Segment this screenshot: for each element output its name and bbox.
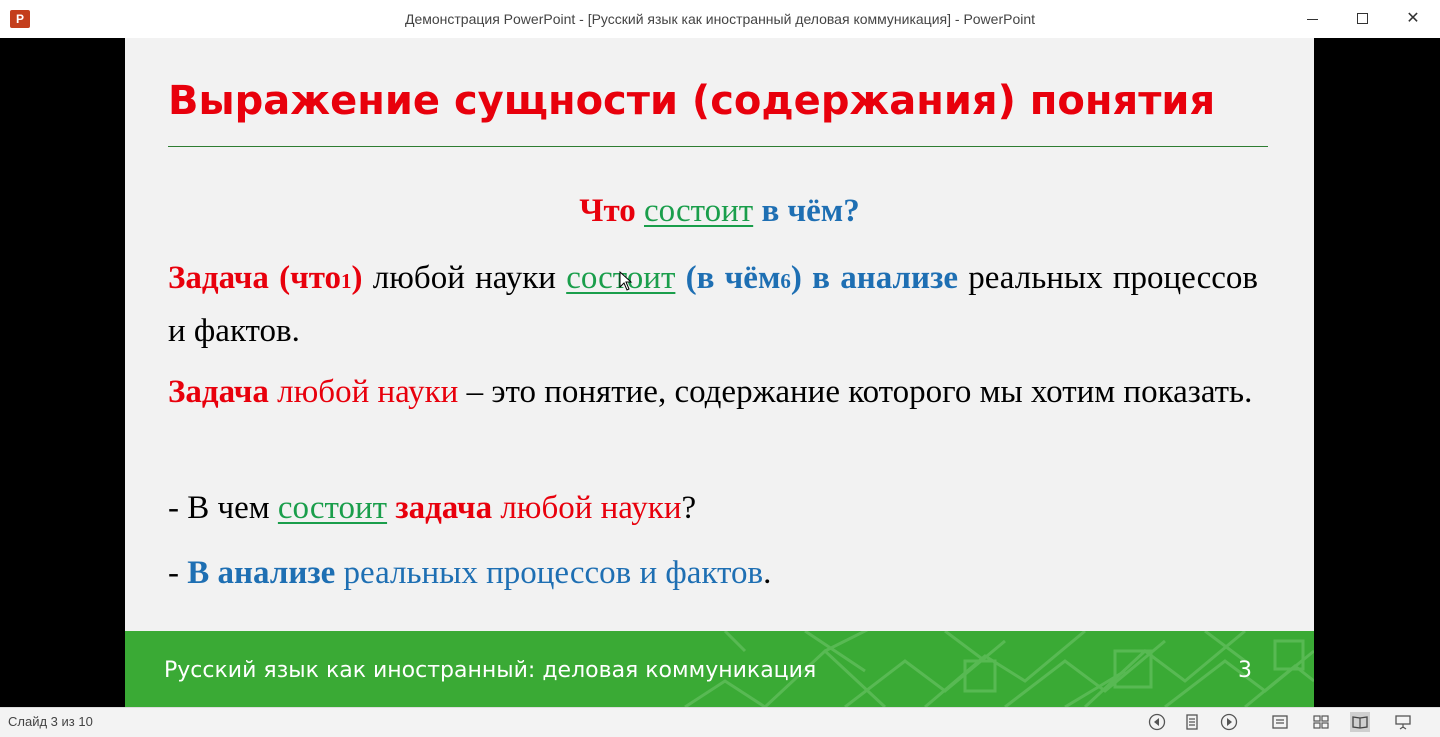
paragraph-2: Задача любой науки – это понятие, содерж… <box>168 367 1258 417</box>
slide-footer: Русский язык как иностранный: деловая ко… <box>125 631 1314 707</box>
question-line: Что состоит в чём? <box>125 193 1314 230</box>
p1-close-paren-1: ) <box>351 260 363 296</box>
p2-task: Задача <box>168 374 269 410</box>
l3-any-science: любой науки <box>500 490 682 526</box>
l4-dash: - <box>168 555 179 591</box>
p1-any-science: любой науки <box>372 260 556 296</box>
window-title: Демонстрация PowerPoint - [Русский язык … <box>404 11 1036 27</box>
slideshow-stage[interactable]: Выражение сущности (содержания) понятия … <box>0 38 1440 707</box>
p1-in-analysis: в анализе <box>812 260 958 296</box>
p2-rest: – это понятие, содержание которого мы хо… <box>466 374 1253 410</box>
close-button[interactable]: ✕ <box>1390 0 1436 38</box>
question-word-consists: состоит <box>644 193 754 229</box>
title-bar: P Демонстрация PowerPoint - [Русский язы… <box>0 0 1440 39</box>
next-icon[interactable] <box>1219 712 1239 732</box>
l3-task: задача <box>395 490 493 526</box>
question-word-what: Что <box>579 193 636 229</box>
normal-view-icon[interactable] <box>1270 712 1290 732</box>
mouse-cursor-icon <box>619 271 633 291</box>
p1-subject: Задача (что <box>168 260 342 296</box>
l4-rest: реальных процессов и фактов <box>343 555 764 591</box>
question-word-in-what: в чём? <box>761 193 860 229</box>
p1-close-paren-2: ) <box>790 260 802 296</box>
maximize-button[interactable] <box>1340 0 1386 38</box>
slide-counter: Слайд 3 из 10 <box>8 714 93 729</box>
footer-text: Русский язык как иностранный: деловая ко… <box>164 658 817 683</box>
status-bar: Слайд 3 из 10 <box>0 707 1440 737</box>
p1-in-what: (в чём <box>685 260 781 296</box>
p1-case-number-6: 6 <box>780 269 791 293</box>
title-divider <box>168 146 1268 147</box>
slide[interactable]: Выражение сущности (содержания) понятия … <box>125 38 1314 707</box>
l3-consists: состоит <box>277 490 388 526</box>
slide-menu-icon[interactable] <box>1182 712 1202 732</box>
p1-case-number-1: 1 <box>341 269 352 293</box>
p2-any-science: любой науки <box>277 374 459 410</box>
reading-view-icon[interactable] <box>1350 712 1370 732</box>
answer-bullet: - В анализе реальных процессов и фактов. <box>168 548 771 598</box>
slide-number: 3 <box>1238 658 1252 683</box>
l4-in-analysis: В анализе <box>187 555 336 591</box>
question-bullet: - В чем состоит задача любой науки? <box>168 483 696 533</box>
l3-in-what: - В чем <box>168 490 270 526</box>
l4-period: . <box>763 555 772 591</box>
l3-question-mark: ? <box>681 490 697 526</box>
slide-title: Выражение сущности (содержания) понятия <box>168 78 1216 124</box>
minimize-button[interactable] <box>1290 0 1336 38</box>
previous-icon[interactable] <box>1147 712 1167 732</box>
slideshow-icon[interactable] <box>1393 712 1413 732</box>
paragraph-1: Задача (что1) любой науки состоит (в чём… <box>168 253 1258 356</box>
slide-sorter-icon[interactable] <box>1311 712 1331 732</box>
